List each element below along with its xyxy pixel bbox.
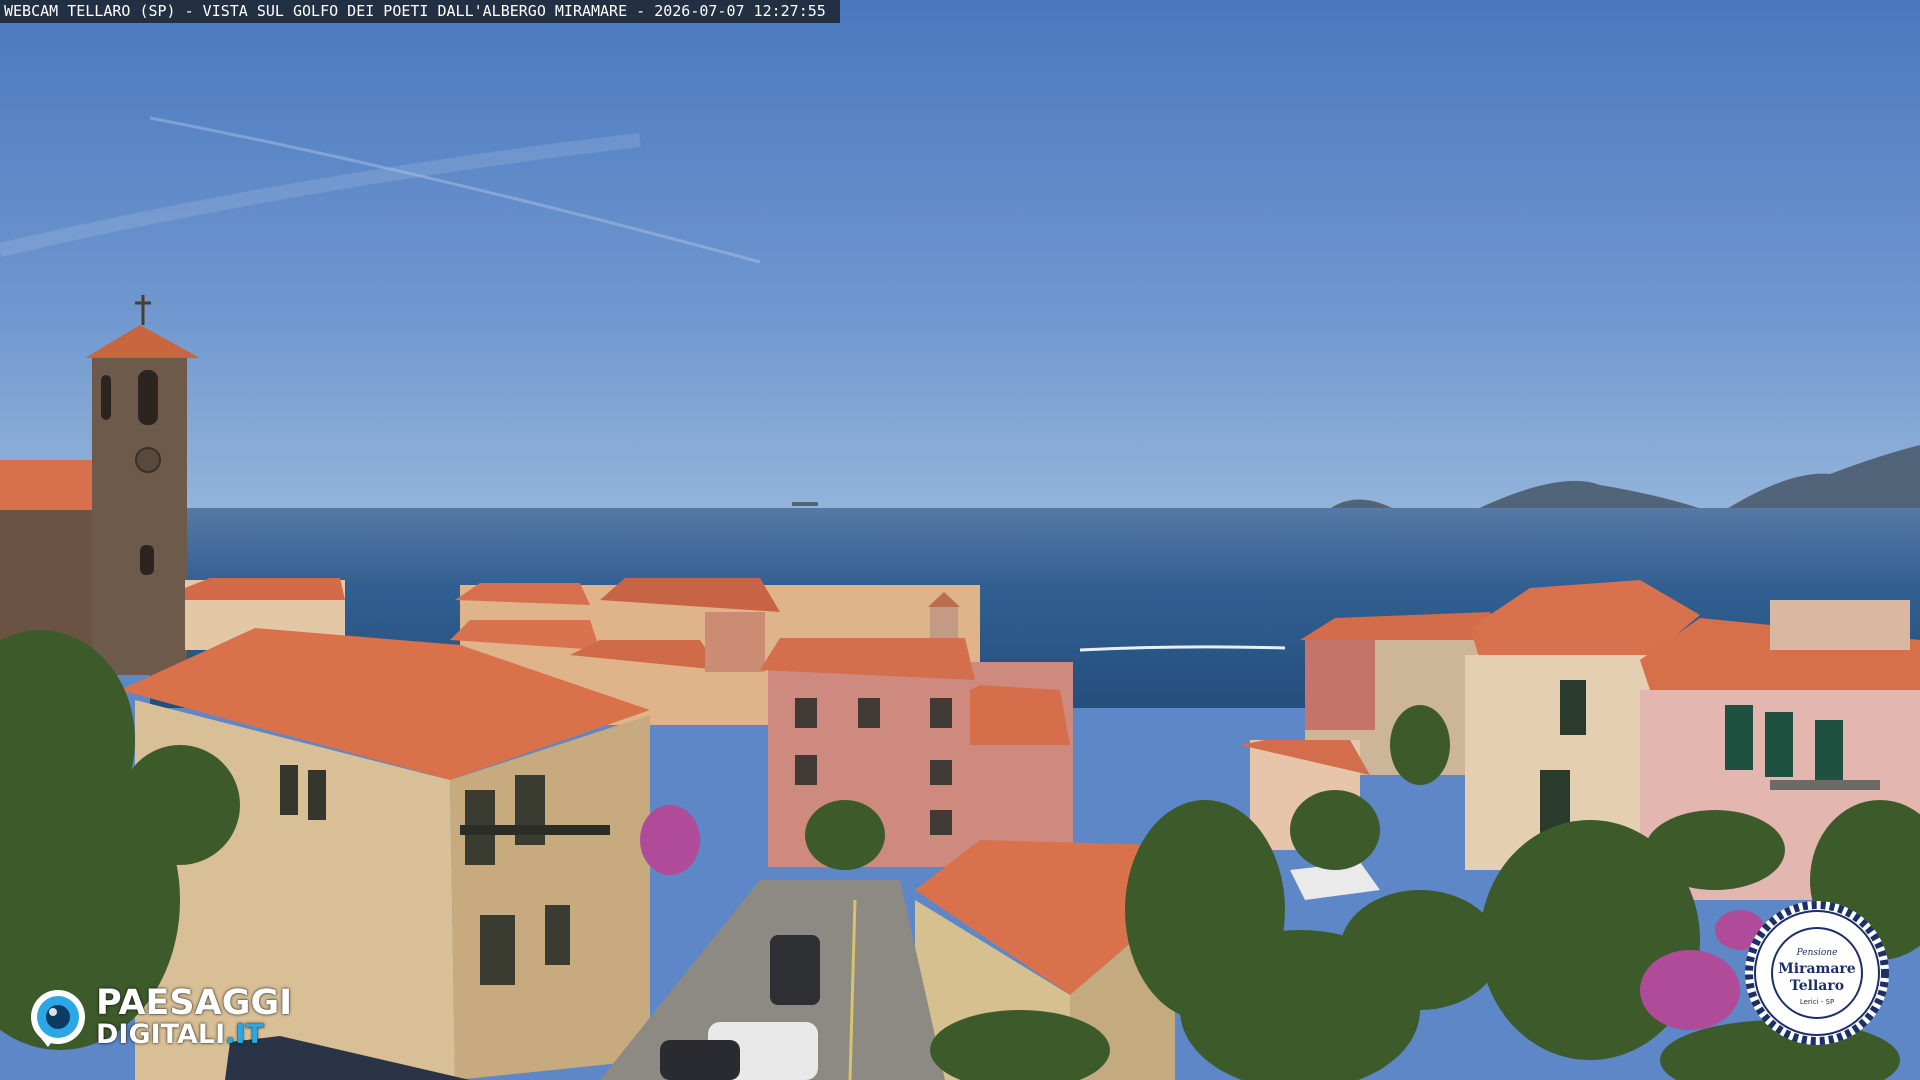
webcam-scene: [0, 0, 1920, 1080]
brand-domain: .IT: [225, 1019, 264, 1050]
badge-sub-text: Lerici - SP: [1799, 998, 1835, 1006]
badge-small-text: Pensione: [1796, 948, 1838, 958]
paesaggi-digitali-logo: PAESAGGI DIGITALI.IT: [28, 983, 348, 1051]
webcam-caption: WEBCAM TELLARO (SP) - VISTA SUL GOLFO DE…: [0, 0, 840, 23]
lens-icon: [31, 990, 85, 1047]
brand-line1: PAESAGGI: [96, 983, 293, 1023]
badge-name: Miramare Tellaro: [1778, 961, 1856, 994]
sky: [0, 0, 1920, 510]
brand-line2: DIGITALI.IT: [96, 1019, 264, 1050]
brand-name: DIGITALI: [96, 1019, 226, 1050]
miramare-badge: Pensione Miramare Tellaro Lerici - SP: [1742, 898, 1892, 1048]
